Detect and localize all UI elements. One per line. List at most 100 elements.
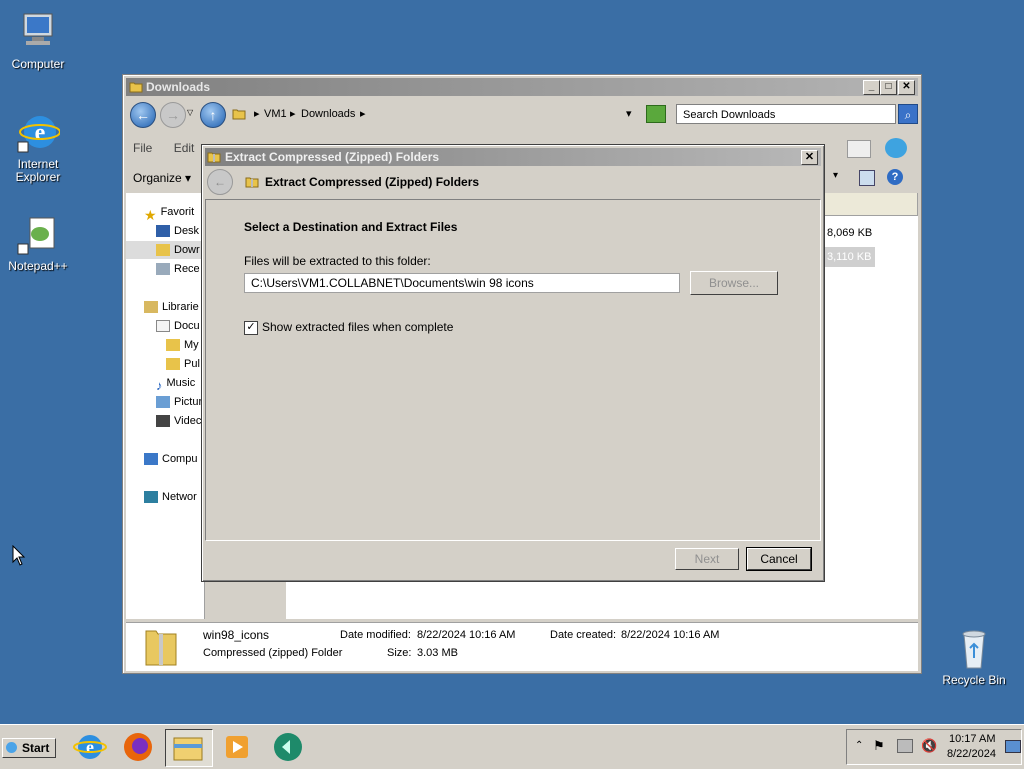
server-manager-icon bbox=[274, 733, 302, 761]
zip-folder-icon bbox=[245, 175, 259, 192]
system-tray: ⌃ ⚑ 🔇 10:17 AM 8/22/2024 bbox=[846, 729, 1022, 765]
destination-path-input[interactable]: C:\Users\VM1.COLLABNET\Documents\win 98 … bbox=[244, 273, 680, 293]
navigation-pane: ★ Favorit Desk Dowr Rece Librarie Docu My… bbox=[126, 193, 205, 619]
network-icon bbox=[144, 491, 158, 504]
svg-text:e: e bbox=[35, 120, 46, 146]
back-button[interactable]: ← bbox=[130, 102, 156, 128]
nav-item-label: Pictur bbox=[174, 396, 203, 408]
column-header-size[interactable] bbox=[819, 193, 876, 216]
dialog-header-title: Extract Compressed (Zipped) Folders bbox=[265, 175, 480, 189]
show-hidden-icons-icon[interactable]: ⌃ bbox=[855, 740, 863, 751]
up-button[interactable]: ↑ bbox=[200, 102, 226, 128]
show-desktop-icon[interactable] bbox=[1005, 740, 1021, 753]
dialog-title: Extract Compressed (Zipped) Folders bbox=[225, 150, 440, 164]
breadcrumb-separator-icon[interactable]: ▸ bbox=[360, 104, 366, 124]
maximize-button[interactable]: □ bbox=[880, 80, 897, 95]
taskbar-internet-explorer[interactable]: e bbox=[70, 729, 110, 765]
nav-item-favorites[interactable]: ★ Favorit bbox=[144, 203, 194, 223]
network-tray-icon[interactable] bbox=[897, 739, 913, 753]
nav-item-label: Videc bbox=[174, 415, 202, 427]
computer-icon bbox=[16, 10, 60, 54]
nav-item-desktop[interactable]: Desk bbox=[156, 222, 199, 240]
close-button[interactable]: ✕ bbox=[898, 80, 915, 95]
nav-item-pictures[interactable]: Pictur bbox=[156, 393, 202, 411]
menu-edit[interactable]: Edit bbox=[174, 141, 195, 155]
help-icon[interactable]: ? bbox=[887, 169, 903, 185]
videos-icon bbox=[156, 415, 170, 428]
recent-pages-chevron-icon[interactable]: ▽ bbox=[187, 108, 193, 117]
computer-icon bbox=[144, 453, 158, 466]
nav-item-network[interactable]: Networ bbox=[144, 488, 197, 506]
nav-item-music[interactable]: ♪ Music bbox=[156, 374, 195, 393]
taskbar-explorer[interactable] bbox=[165, 729, 213, 767]
breadcrumb-downloads[interactable]: Downloads bbox=[301, 104, 355, 124]
taskbar-firefox[interactable] bbox=[118, 729, 158, 765]
taskbar-server-manager[interactable] bbox=[268, 729, 308, 765]
nav-item-libraries[interactable]: Librarie bbox=[144, 298, 199, 316]
show-files-checkbox[interactable]: ✓ bbox=[244, 321, 258, 335]
cancel-button[interactable]: Cancel bbox=[746, 547, 812, 571]
desktop-icon-notepadpp[interactable]: Notepad++ bbox=[0, 212, 76, 273]
nav-item-label: Dowr bbox=[174, 244, 200, 256]
folder-icon bbox=[166, 339, 180, 352]
recent-icon bbox=[156, 263, 170, 276]
file-size-cell: 8,069 KB bbox=[827, 227, 873, 239]
address-dropdown-icon[interactable]: ▾ bbox=[626, 104, 632, 124]
details-file-name: win98_icons bbox=[203, 628, 270, 642]
nav-item-label: Docu bbox=[174, 320, 200, 332]
forward-button[interactable]: → bbox=[160, 102, 186, 128]
start-button[interactable]: Start bbox=[2, 738, 56, 758]
nav-item-videos[interactable]: Videc bbox=[156, 412, 201, 430]
pictures-icon bbox=[156, 396, 170, 409]
nav-item-recent[interactable]: Rece bbox=[156, 260, 200, 278]
nav-item-my-documents[interactable]: My bbox=[166, 336, 199, 354]
details-created-value: 8/22/2024 10:16 AM bbox=[621, 629, 720, 641]
explorer-titlebar[interactable]: Downloads _ □ ✕ bbox=[126, 78, 918, 96]
taskbar-media-player[interactable] bbox=[217, 729, 257, 765]
clock-date[interactable]: 8/22/2024 bbox=[947, 748, 996, 760]
search-input[interactable]: Search Downloads bbox=[676, 104, 896, 124]
desktop-icon-recycle-bin[interactable]: Recycle Bin bbox=[936, 626, 1012, 687]
toolbar-properties-icon[interactable] bbox=[847, 140, 871, 158]
address-bar[interactable]: ▸ VM1 ▸ Downloads ▸ ▾ bbox=[230, 104, 640, 124]
desktop-icon-computer[interactable]: Computer bbox=[0, 10, 76, 71]
volume-muted-icon[interactable]: 🔇 bbox=[921, 738, 937, 754]
nav-item-public-documents[interactable]: Pul bbox=[166, 355, 200, 373]
refresh-button[interactable] bbox=[646, 105, 666, 123]
preview-pane-icon[interactable] bbox=[859, 170, 875, 186]
menu-file[interactable]: File bbox=[133, 141, 152, 155]
breadcrumb-separator-icon[interactable]: ▸ bbox=[290, 104, 296, 124]
search-icon[interactable]: ⌕ bbox=[898, 104, 918, 124]
desktop-icon-internet-explorer[interactable]: e Internet Explorer bbox=[0, 110, 76, 184]
internet-explorer-icon: e bbox=[73, 735, 107, 759]
nav-item-downloads[interactable]: Dowr bbox=[126, 241, 204, 259]
details-created-label: Date created: bbox=[550, 629, 617, 641]
details-size-label: Size: bbox=[387, 647, 412, 659]
nav-item-computer[interactable]: Compu bbox=[144, 450, 197, 468]
desktop-label: Recycle Bin bbox=[942, 673, 1006, 687]
organize-label: Organize bbox=[133, 171, 182, 185]
next-button[interactable]: Next bbox=[675, 548, 739, 570]
details-size-value: 3.03 MB bbox=[417, 647, 458, 659]
command-bar: Organize ▾ bbox=[133, 171, 191, 185]
breadcrumb-vm1[interactable]: VM1 bbox=[264, 104, 287, 124]
show-files-label: Show extracted files when complete bbox=[262, 320, 454, 334]
dialog-back-button[interactable]: ← bbox=[207, 169, 233, 195]
organize-button[interactable]: Organize ▾ bbox=[133, 171, 191, 185]
breadcrumb-separator-icon[interactable]: ▸ bbox=[254, 104, 260, 124]
navigation-bar: ← → ▽ ↑ ▸ VM1 ▸ Downloads ▸ ▾ Search Dow… bbox=[126, 99, 918, 129]
section-title: Select a Destination and Extract Files bbox=[244, 220, 458, 234]
extract-dialog[interactable]: Extract Compressed (Zipped) Folders ✕ ← … bbox=[201, 144, 825, 582]
browse-button[interactable]: Browse... bbox=[690, 271, 778, 295]
dialog-titlebar[interactable]: Extract Compressed (Zipped) Folders ✕ bbox=[205, 148, 821, 166]
clock-time[interactable]: 10:17 AM bbox=[949, 733, 995, 745]
action-center-flag-icon[interactable]: ⚑ bbox=[873, 738, 885, 754]
details-pane: win98_icons Compressed (zipped) Folder D… bbox=[126, 622, 918, 671]
minimize-button[interactable]: _ bbox=[863, 80, 880, 95]
balloon-icon[interactable] bbox=[885, 138, 907, 158]
desktop-label: Computer bbox=[11, 57, 65, 71]
column-header-extra[interactable] bbox=[875, 193, 918, 216]
dialog-close-button[interactable]: ✕ bbox=[801, 150, 818, 165]
nav-item-documents[interactable]: Docu bbox=[156, 317, 200, 335]
view-dropdown-icon[interactable]: ▾ bbox=[833, 170, 838, 181]
